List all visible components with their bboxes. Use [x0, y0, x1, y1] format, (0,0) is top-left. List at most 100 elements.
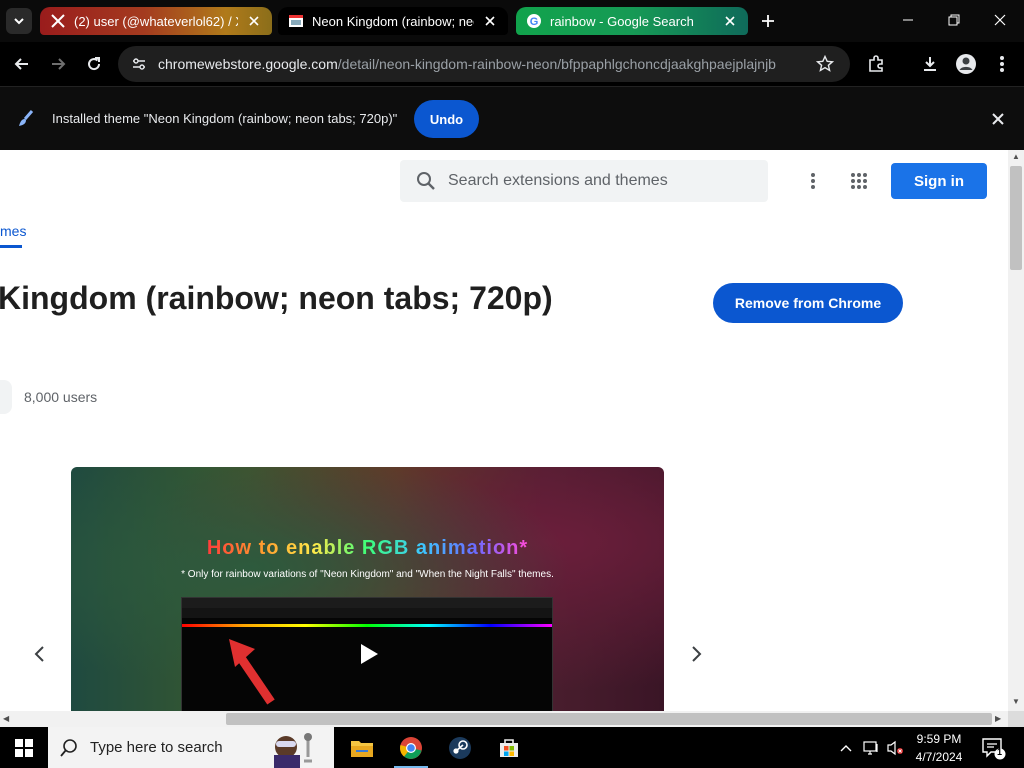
bookmark-star-icon[interactable] [814, 53, 836, 75]
chevron-right-icon [692, 646, 702, 662]
store-search-input[interactable]: Search extensions and themes [400, 160, 768, 202]
tab-search-button[interactable] [6, 8, 32, 34]
tab-title: Neon Kingdom (rainbow; neon tabs; 720p) [312, 13, 474, 29]
back-button[interactable] [8, 50, 36, 78]
more-vert-icon [811, 173, 815, 189]
network-icon [863, 740, 878, 755]
steam-logo-icon [449, 736, 471, 759]
minimize-button[interactable] [888, 6, 928, 34]
more-vert-icon [1000, 56, 1004, 72]
sign-in-button[interactable]: Sign in [891, 163, 987, 199]
svg-text:G: G [530, 16, 539, 28]
volume-muted-icon [887, 740, 903, 755]
video-title-text: How to enable RGB animation* [206, 537, 529, 559]
chrome-logo-icon [400, 736, 422, 759]
apps-grid-icon [851, 173, 867, 189]
tab-x[interactable]: (2) user (@whateverlol62) / X [40, 7, 272, 35]
arrow-left-icon [14, 58, 28, 70]
restore-button[interactable] [934, 6, 974, 34]
search-highlight-illustration [274, 733, 312, 768]
scroll-down-icon[interactable]: ▼ [1012, 697, 1020, 706]
category-chip[interactable] [0, 380, 12, 414]
chevron-up-icon [840, 744, 852, 751]
scroll-up-icon[interactable]: ▲ [1012, 152, 1020, 161]
theme-favicon-icon [288, 13, 304, 29]
profile-button[interactable] [952, 50, 980, 78]
restore-icon [948, 14, 960, 26]
show-hidden-icons-button[interactable] [836, 727, 856, 768]
play-icon[interactable] [359, 643, 379, 665]
chevron-left-icon [34, 646, 44, 662]
search-placeholder: Search extensions and themes [448, 172, 668, 189]
google-g-icon: G [526, 13, 542, 29]
taskbar-microsoft-store[interactable] [488, 727, 530, 768]
tab-google-search[interactable]: G rainbow - Google Search [516, 7, 748, 35]
vertical-scroll-thumb[interactable] [1010, 166, 1022, 270]
x-logo-icon [50, 13, 66, 29]
clock-time: 9:59 PM [916, 732, 962, 746]
tab-title: rainbow - Google Search [550, 13, 694, 29]
site-info-icon[interactable] [128, 53, 150, 75]
notification-center-button[interactable]: 1 [980, 735, 1006, 761]
new-tab-button[interactable] [756, 10, 780, 32]
tab-title: (2) user (@whateverlol62) / X [74, 13, 238, 29]
extensions-button[interactable] [862, 50, 890, 78]
scroll-right-icon[interactable]: ▶ [995, 714, 1001, 723]
taskbar-file-explorer[interactable] [341, 727, 383, 768]
windows-logo-icon [15, 738, 33, 757]
video-preview[interactable]: How to enable RGB animation* * Only for … [71, 467, 664, 711]
theme-installed-infobar: Installed theme "Neon Kingdom (rainbow; … [0, 86, 1024, 150]
carousel-prev-button[interactable] [28, 640, 50, 668]
carousel-next-button[interactable] [686, 640, 708, 668]
vertical-scrollbar[interactable]: ▲ ▼ [1008, 150, 1024, 711]
folder-icon [351, 740, 373, 757]
close-icon[interactable] [246, 13, 262, 29]
store-bag-icon [500, 738, 518, 757]
google-apps-button[interactable] [846, 168, 872, 194]
tab-neon-kingdom[interactable]: Neon Kingdom (rainbow; neon tabs; 720p) [278, 7, 508, 35]
taskbar-clock[interactable]: 9:59 PM 4/7/2024 [906, 729, 972, 766]
breadcrumb-themes-link[interactable]: mes [0, 223, 26, 239]
scroll-left-icon[interactable]: ◀ [3, 714, 9, 723]
menu-button[interactable] [988, 50, 1016, 78]
taskbar-chrome[interactable] [390, 727, 432, 768]
breadcrumb-underline [0, 245, 22, 248]
url-path: /detail/neon-kingdom-rainbow-neon/bfppap… [337, 56, 776, 72]
puzzle-icon [869, 55, 883, 72]
page-title: Kingdom (rainbow; neon tabs; 720p) [0, 280, 553, 316]
start-button[interactable] [0, 727, 48, 768]
close-window-button[interactable] [980, 6, 1020, 34]
clock-date: 4/7/2024 [915, 750, 963, 764]
close-infobar-button[interactable] [988, 109, 1008, 129]
scrollbar-corner [1008, 711, 1024, 727]
address-bar[interactable]: chromewebstore.google.com/detail/neon-ki… [118, 46, 850, 82]
reload-button[interactable] [80, 50, 108, 78]
forward-button[interactable] [44, 50, 72, 78]
horizontal-scrollbar[interactable]: ◀ ▶ [0, 711, 1008, 727]
taskbar-search-input[interactable]: Type here to search [48, 727, 334, 768]
more-options-button[interactable] [800, 168, 826, 194]
windows-taskbar: Type here to search 9:59 PM 4/7/2024 1 [0, 727, 1024, 768]
tab-strip: (2) user (@whateverlol62) / X Neon Kingd… [0, 0, 1024, 42]
notification-icon [982, 738, 1006, 760]
network-tray-button[interactable] [860, 727, 882, 768]
close-icon[interactable] [722, 13, 738, 29]
taskbar-steam[interactable] [439, 727, 481, 768]
horizontal-scroll-thumb[interactable] [226, 713, 992, 725]
undo-button[interactable]: Undo [414, 100, 479, 138]
profile-avatar-icon [956, 54, 976, 74]
download-icon [924, 57, 936, 71]
paintbrush-icon [19, 110, 34, 126]
red-arrow-icon [229, 639, 275, 705]
video-subtitle: * Only for rainbow variations of "Neon K… [181, 569, 554, 580]
browser-toolbar: chromewebstore.google.com/detail/neon-ki… [0, 42, 1024, 86]
search-icon [417, 172, 435, 190]
search-icon [60, 738, 77, 757]
arrow-right-icon [52, 58, 66, 70]
downloads-button[interactable] [916, 50, 944, 78]
close-icon[interactable] [482, 13, 498, 29]
reload-icon [88, 57, 101, 71]
remove-from-chrome-button[interactable]: Remove from Chrome [713, 283, 903, 323]
infobar-message: Installed theme "Neon Kingdom (rainbow; … [52, 111, 398, 126]
volume-tray-button[interactable] [884, 727, 906, 768]
